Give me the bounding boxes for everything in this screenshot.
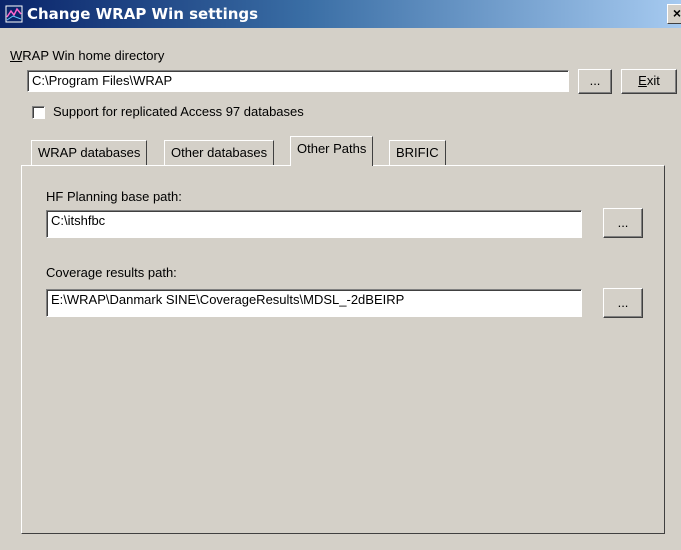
exit-button[interactable]: Exit bbox=[621, 69, 677, 94]
coverage-results-label: Coverage results path: bbox=[46, 265, 177, 280]
tab-other-databases[interactable]: Other databases bbox=[164, 140, 275, 165]
coverage-results-browse-button[interactable]: ... bbox=[603, 288, 643, 318]
replicated-label[interactable]: Support for replicated Access 97 databas… bbox=[53, 104, 304, 119]
home-directory-label: WRAP Win home directory bbox=[10, 48, 165, 63]
tab-other-paths[interactable]: Other Paths bbox=[290, 136, 374, 166]
home-directory-input[interactable]: C:\Program Files\WRAP bbox=[27, 70, 569, 92]
tab-panel-other-paths: HF Planning base path: C:\itshfbc ... Co… bbox=[21, 165, 665, 534]
coverage-results-input[interactable]: E:\WRAP\Danmark SINE\CoverageResults\MDS… bbox=[46, 289, 582, 317]
hf-planning-input[interactable]: C:\itshfbc bbox=[46, 210, 582, 238]
close-icon: × bbox=[672, 5, 681, 21]
app-icon bbox=[5, 5, 23, 23]
title-bar[interactable]: Change WRAP Win settings × bbox=[0, 0, 681, 28]
replicated-checkbox[interactable] bbox=[32, 106, 45, 119]
tab-wrap-databases[interactable]: WRAP databases bbox=[31, 140, 148, 165]
hf-planning-label: HF Planning base path: bbox=[46, 189, 182, 204]
hf-planning-browse-button[interactable]: ... bbox=[603, 208, 643, 238]
tab-brific[interactable]: BRIFIC bbox=[389, 140, 446, 165]
home-browse-button[interactable]: ... bbox=[578, 69, 612, 94]
close-button[interactable]: × bbox=[667, 4, 681, 24]
window-title: Change WRAP Win settings bbox=[27, 5, 259, 23]
